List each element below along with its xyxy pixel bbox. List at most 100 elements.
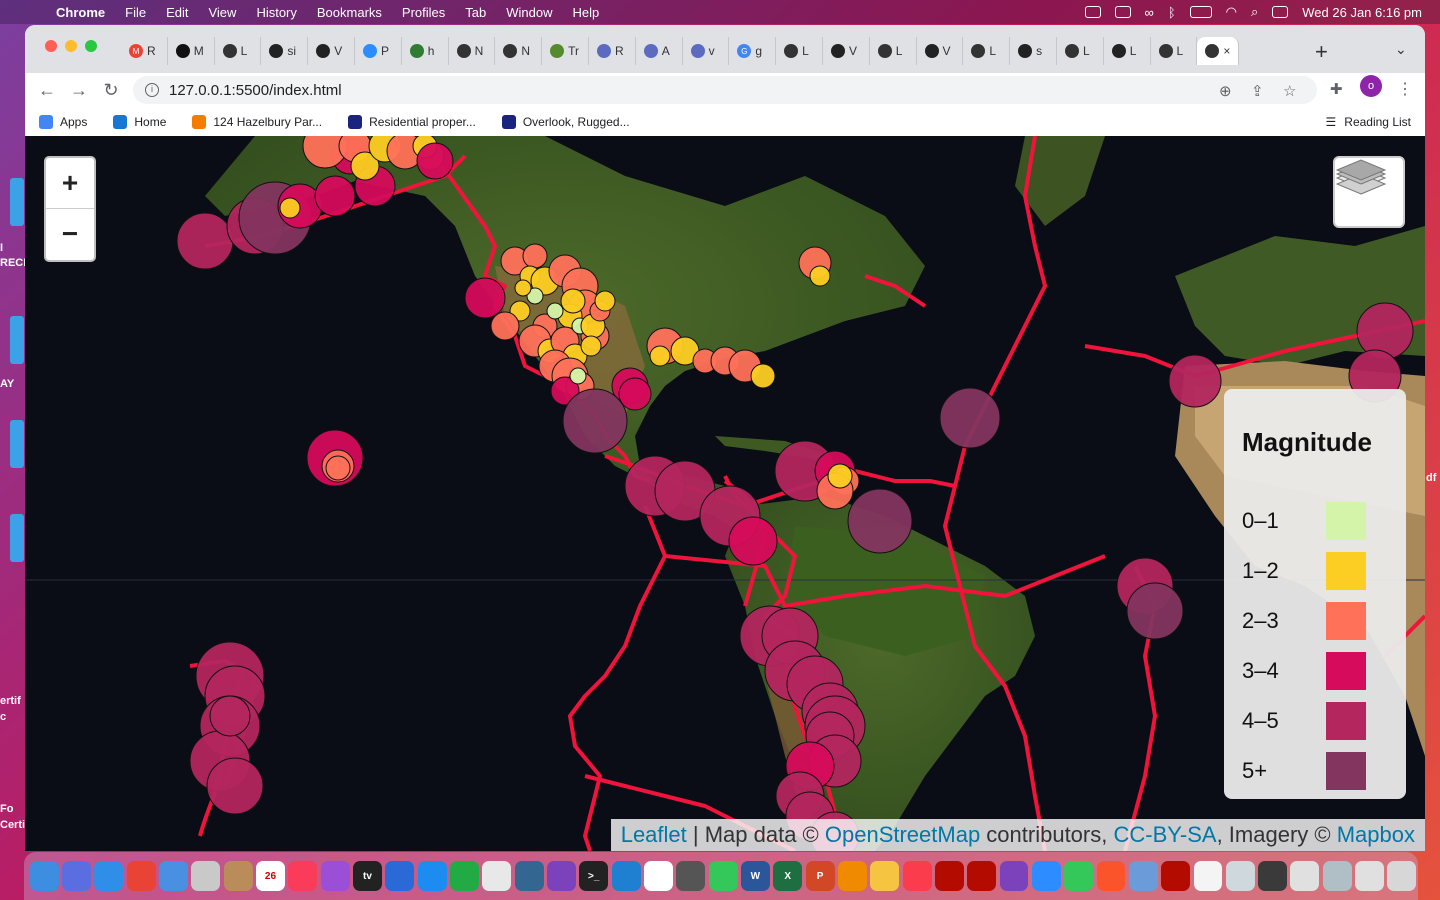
dock-github-desktop-icon[interactable] [546,861,576,891]
dock-mongodb-icon[interactable] [643,861,673,891]
browser-tab[interactable]: V [308,37,355,65]
dock-slack-icon[interactable] [482,861,512,891]
browser-tab[interactable]: L [1104,37,1151,65]
reading-list-button[interactable]: ☰ Reading List [1326,115,1411,129]
dock-launchpad-icon[interactable] [62,861,91,891]
profile-avatar[interactable]: o [1360,75,1382,97]
browser-tab[interactable]: L [870,37,917,65]
menu-edit[interactable]: Edit [156,5,198,20]
dock-facetime-icon[interactable] [1064,861,1094,891]
earthquake-marker[interactable] [728,516,778,566]
browser-tab[interactable]: s [1010,37,1057,65]
browser-tab[interactable]: A [636,37,683,65]
dock-quicktime-icon[interactable] [385,861,415,891]
browser-menu-icon[interactable]: ⋮ [1397,79,1413,99]
share-icon[interactable]: ⇪ [1251,82,1264,100]
dock-github-2-icon[interactable] [999,861,1029,891]
browser-tab[interactable]: N [449,37,496,65]
leaflet-link[interactable]: Leaflet [621,822,687,847]
dock-screenshot-2-icon[interactable] [1258,861,1288,891]
browser-tab[interactable]: × [1197,37,1240,65]
forward-arrow-icon[interactable]: → [63,80,95,101]
dock-omni-icon[interactable] [676,861,706,891]
dock-screenshot-5-icon[interactable] [1355,861,1385,891]
dock-vscode-icon[interactable] [611,861,641,891]
earthquake-marker[interactable] [847,488,913,554]
dock-screenshot-3-icon[interactable] [1290,861,1320,891]
dock-mail-icon[interactable] [159,861,188,891]
earthquake-marker[interactable] [560,288,586,314]
creative-cloud-icon[interactable]: ∞ [1145,5,1154,20]
battery-icon[interactable] [1189,6,1212,18]
control-center-icon[interactable] [1272,6,1289,18]
menu-help[interactable]: Help [563,5,610,20]
bookmark-item[interactable]: Residential proper... [334,114,480,129]
browser-tab[interactable]: v [683,37,730,65]
dock-music-icon[interactable] [288,861,318,891]
bookmark-item[interactable]: Home [99,114,170,129]
desktop-file-icon[interactable] [10,514,24,562]
desktop-file-icon[interactable] [10,420,24,468]
dock-preview-icon[interactable] [1128,861,1158,891]
dock-excel-icon[interactable]: X [773,861,803,891]
dock-screenshot-1-icon[interactable] [1225,861,1255,891]
browser-tab[interactable]: L [215,37,262,65]
dock-terminal-icon[interactable]: >_ [579,861,609,891]
menu-app-name[interactable]: Chrome [40,5,115,20]
earthquake-marker[interactable] [314,175,356,217]
clock[interactable]: Wed 26 Jan 6:16 pm [1302,5,1422,20]
earthquake-marker[interactable] [809,265,831,287]
site-info-icon[interactable]: i [145,83,159,97]
browser-tab[interactable]: P [355,37,402,65]
earthquake-marker[interactable] [750,363,776,389]
zoom-magnifier-icon[interactable]: ⊕ [1219,82,1232,100]
menu-history[interactable]: History [246,5,306,20]
browser-tab[interactable]: R [589,37,636,65]
maximize-window-button[interactable] [85,40,97,52]
dock-news-icon[interactable] [902,861,932,891]
dock-trash-icon[interactable] [1387,861,1417,891]
menu-view[interactable]: View [198,5,246,20]
browser-tab[interactable]: V [917,37,964,65]
earthquake-marker[interactable] [176,212,234,270]
zoom-out-button[interactable]: − [46,209,94,260]
bookmark-star-icon[interactable]: ☆ [1283,82,1296,100]
zoom-status-icon[interactable] [1084,6,1101,18]
bookmark-item[interactable]: Apps [25,114,91,129]
earthquake-marker[interactable] [514,279,532,297]
dock-contacts-icon[interactable] [223,861,253,891]
dock-safari-icon[interactable] [94,861,124,891]
browser-tab[interactable]: MR [121,37,168,65]
dock-word-icon[interactable]: W [740,861,770,891]
dock-tv-icon[interactable]: tv [352,861,382,891]
dock-app-store-icon[interactable] [417,861,447,891]
browser-tab[interactable]: N [495,37,543,65]
earthquake-marker[interactable] [594,290,616,312]
dock-postgres-icon[interactable] [514,861,544,891]
earthquake-marker[interactable] [416,142,454,180]
openstreetmap-link[interactable]: OpenStreetMap [825,822,980,847]
earthquake-marker[interactable] [580,335,602,357]
browser-tab[interactable]: V [823,37,870,65]
reload-icon[interactable]: ↻ [95,80,127,101]
earthquake-marker[interactable] [562,388,628,454]
dock-photos-icon[interactable] [870,861,900,891]
browser-tab[interactable]: L [1057,37,1104,65]
layers-control-button[interactable] [1333,156,1405,228]
wifi-icon[interactable]: ◠ [1226,4,1237,20]
earthquake-marker[interactable] [325,455,351,481]
new-tab-button[interactable]: + [1315,39,1328,65]
close-window-button[interactable] [45,40,57,52]
earthquake-marker[interactable] [464,277,506,319]
extensions-puzzle-icon[interactable]: ✚ [1330,80,1343,98]
bookmark-item[interactable]: Overlook, Rugged... [488,114,634,129]
cc-by-sa-link[interactable]: CC-BY-SA [1113,822,1216,847]
dock-brave-icon[interactable] [1096,861,1126,891]
zoom-in-button[interactable]: + [46,158,94,209]
earthquake-marker[interactable] [490,311,520,341]
spotlight-search-icon[interactable]: ⌕ [1251,4,1258,20]
earthquake-marker[interactable] [209,695,251,737]
minimize-window-button[interactable] [65,40,77,52]
earthquake-marker[interactable] [279,197,301,219]
dock-zoom-icon[interactable] [1031,861,1061,891]
